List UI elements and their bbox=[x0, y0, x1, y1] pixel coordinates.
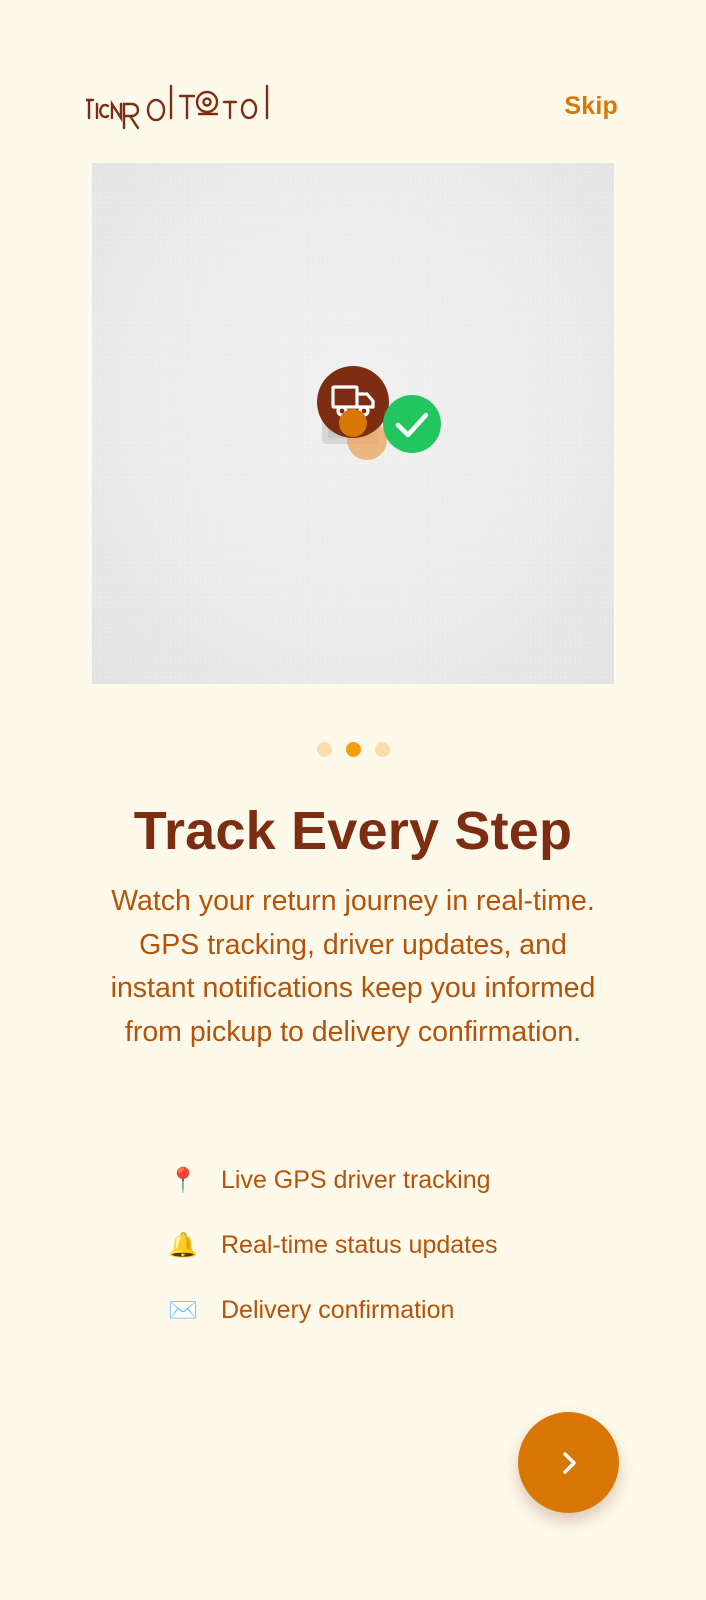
page-dot-1[interactable] bbox=[316, 742, 332, 757]
skip-button[interactable]: Skip bbox=[564, 92, 618, 121]
bell-icon: 🔔 bbox=[168, 1231, 198, 1259]
feature-item-status: 🔔 Real-time status updates bbox=[168, 1213, 588, 1278]
feature-label: Delivery confirmation bbox=[221, 1296, 455, 1324]
hero-art bbox=[317, 366, 441, 460]
hero-illustration bbox=[92, 163, 614, 684]
page-dot-3[interactable] bbox=[374, 742, 390, 757]
feature-label: Real-time status updates bbox=[221, 1231, 498, 1259]
next-button[interactable] bbox=[518, 1412, 619, 1513]
envelope-icon: ✉️ bbox=[168, 1296, 198, 1324]
feature-item-gps: 📍 Live GPS driver tracking bbox=[168, 1148, 588, 1213]
feature-label: Live GPS driver tracking bbox=[221, 1166, 491, 1194]
feature-item-confirmation: ✉️ Delivery confirmation bbox=[168, 1278, 588, 1343]
header: Skip bbox=[0, 0, 706, 150]
page-dot-2-active[interactable] bbox=[345, 742, 361, 757]
page-title: Track Every Step bbox=[133, 801, 573, 861]
pin-dot-icon bbox=[339, 409, 367, 437]
map-pin-icon: 📍 bbox=[168, 1166, 198, 1194]
pagination-dots bbox=[0, 742, 706, 757]
app-logo bbox=[86, 84, 269, 130]
checkmark-icon bbox=[383, 395, 441, 453]
feature-list: 📍 Live GPS driver tracking 🔔 Real-time s… bbox=[168, 1148, 588, 1343]
page-description: Watch your return journey in real-time. … bbox=[110, 885, 596, 1048]
chevron-right-icon bbox=[562, 1451, 576, 1474]
